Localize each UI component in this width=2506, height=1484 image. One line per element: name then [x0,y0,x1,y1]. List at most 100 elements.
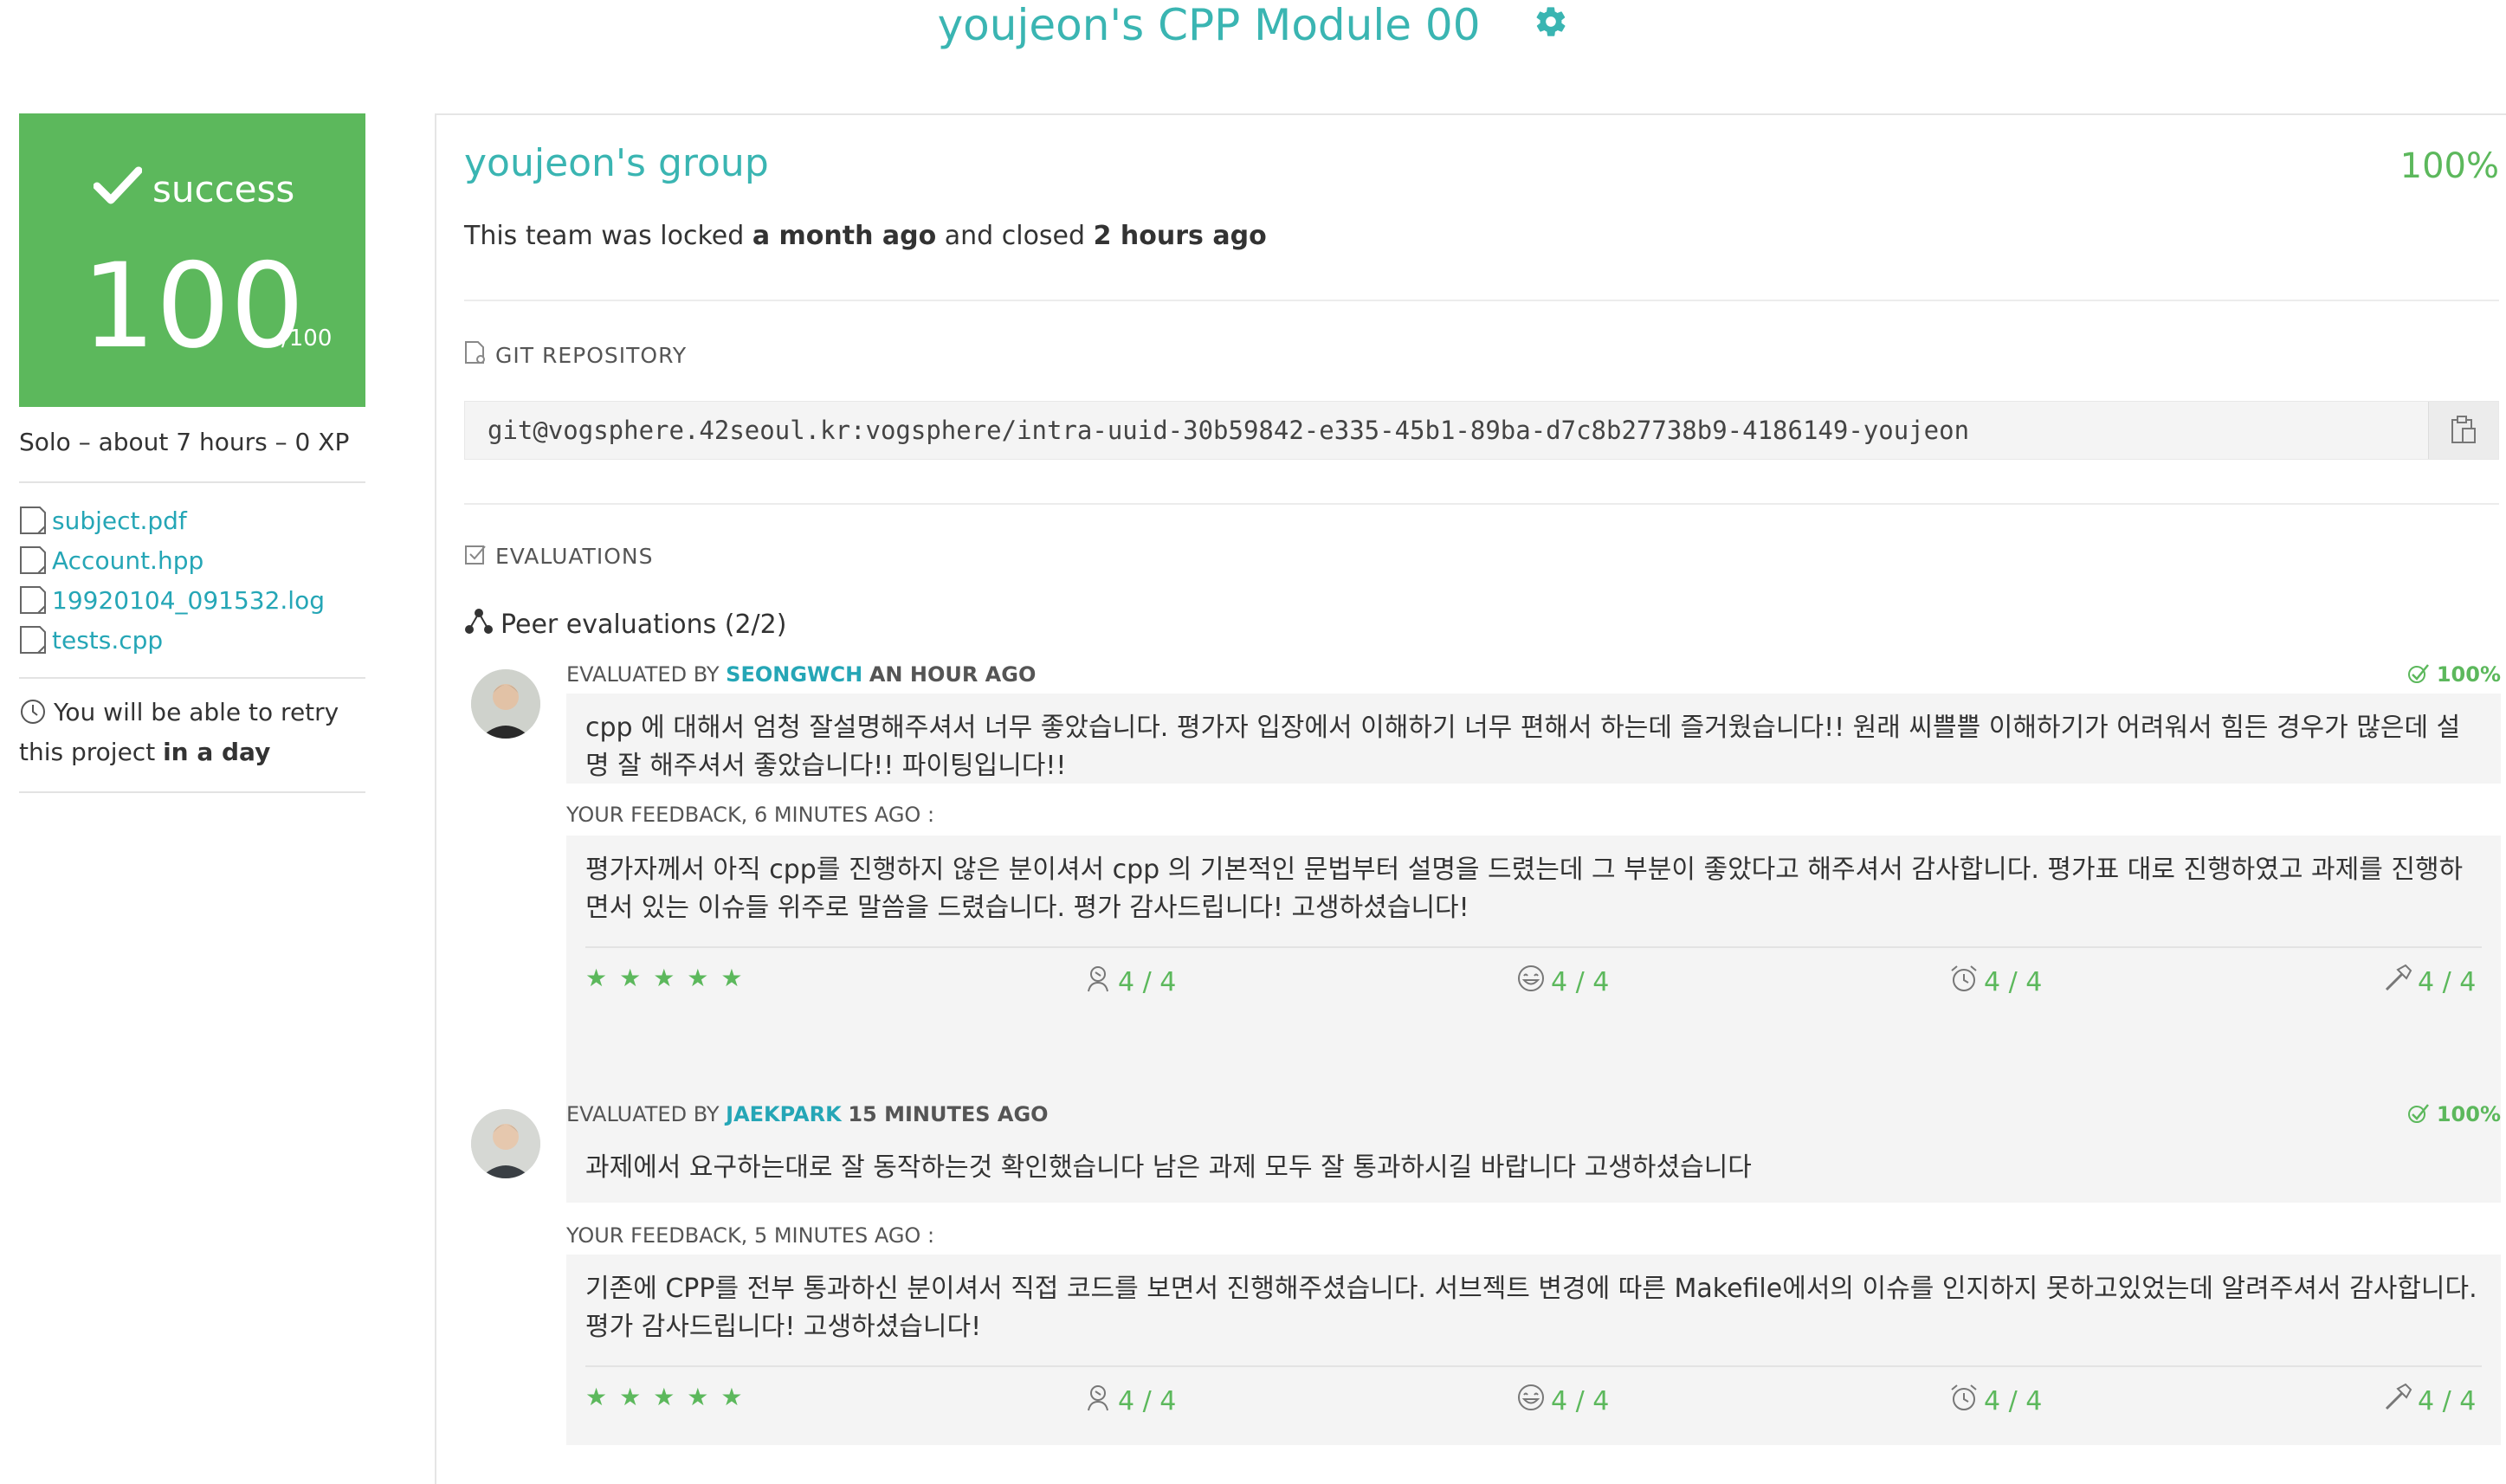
divider [464,503,2499,505]
clock-icon [21,700,45,724]
file-icon [20,546,46,574]
retry-notice: You will be able to retry this project i… [19,693,365,772]
git-repository-label: GIT REPOSITORY [464,340,687,368]
peer-title-text: Peer evaluations (2/2) [501,610,787,640]
evaluation-percent: 100% [2407,1102,2501,1126]
evaluated-by-label: EVALUATED BY [566,662,720,687]
peers-icon [465,609,493,634]
file-link[interactable]: Account.hpp [52,546,203,575]
avatar[interactable] [471,1109,540,1178]
avatar[interactable] [471,669,540,739]
score-status: success [93,165,295,210]
evaluation-time: AN HOUR AGO [869,662,1037,687]
evaluator-line: EVALUATED BY SEONGWCH AN HOUR AGO [566,662,1036,687]
attachments-list: subject.pdf Account.hpp 19920104_091532.… [19,500,325,660]
file-link[interactable]: subject.pdf [52,506,187,535]
rating-value: 4 / 4 [1984,1386,2043,1416]
file-item[interactable]: subject.pdf [19,500,325,540]
rating-value: 4 / 4 [1984,967,2043,997]
file-icon [20,626,46,654]
score-status-text: success [152,168,295,210]
feedback-text: 평가자께서 아직 cpp를 진행하지 않은 분이셔서 cpp 의 기본적인 문법… [585,855,2464,923]
score-value: 100 [81,238,305,374]
locked-label: This team was locked [464,221,745,251]
evaluator-login[interactable]: SEONGWCH [726,662,862,687]
team-percent: 100% [2399,146,2499,186]
divider [585,946,2482,948]
rating-interest: 4 / 4 [1083,964,1176,997]
evaluation-item: EVALUATED BY JAEKPARK 15 MINUTES AGO 100… [471,1102,2506,1483]
locked-when: a month ago [752,221,937,251]
divider [464,300,2499,301]
rating-value: 4 / 4 [2418,1386,2477,1416]
check-icon [2407,664,2429,683]
peer-evaluations-title: Peer evaluations (2/2) [464,607,786,640]
rating-value: 4 / 4 [1551,967,1610,997]
git-url[interactable]: git@vogsphere.42seoul.kr:vogsphere/intra… [488,416,1969,445]
checkmark-icon [93,166,143,204]
rating-punctuality: 4 / 4 [1949,964,2042,997]
rating-rigor: 4 / 4 [2383,1383,2476,1416]
star-rating: ★★★★★ [585,1383,755,1411]
checkbox-icon [465,545,486,565]
alarm-clock-icon [1951,965,1977,991]
smile-icon [1518,965,1544,991]
team-name: youjeon's group [464,141,769,185]
feedback-box: 기존에 CPP를 전부 통과하신 분이셔서 직접 코드를 보면서 진행해주셨습니… [566,1255,2501,1445]
file-item[interactable]: tests.cpp [19,620,325,660]
check-icon [2407,1104,2429,1123]
evaluated-by-label: EVALUATED BY [566,1102,720,1126]
file-icon [20,506,46,534]
rating-value: 4 / 4 [1118,967,1177,997]
retry-when: in a day [163,738,271,766]
file-icon [20,586,46,614]
feedback-label: YOUR FEEDBACK, 5 MINUTES AGO : [566,1223,935,1248]
rating-value: 4 / 4 [2418,967,2477,997]
score-box: success 100 /100 [19,113,365,407]
evaluation-time: 15 MINUTES AGO [848,1102,1049,1126]
git-url-field[interactable]: git@vogsphere.42seoul.kr:vogsphere/intra… [464,401,2499,460]
gear-icon[interactable] [1534,0,1568,49]
evaluation-percent-value: 100% [2436,1102,2501,1126]
evaluator-comment: 과제에서 요구하는대로 잘 동작하는것 확인했습니다 남은 과제 모두 잘 통과… [566,1133,2501,1203]
alarm-clock-icon [1951,1384,1977,1410]
divider [19,677,365,679]
rating-row: ★★★★★ 4 / 4 4 / 4 4 / 4 4 / 4 [585,964,2482,998]
rating-friendliness: 4 / 4 [1516,1383,1609,1416]
feedback-text: 기존에 CPP를 전부 통과하신 분이셔서 직접 코드를 보면서 진행해주셨습니… [585,1274,2477,1342]
star-rating: ★★★★★ [585,964,755,992]
evaluations-label-text: EVALUATIONS [495,544,654,569]
evaluator-login[interactable]: JAEKPARK [726,1102,842,1126]
evaluator-line: EVALUATED BY JAEKPARK 15 MINUTES AGO [566,1102,1049,1126]
file-link[interactable]: 19920104_091532.log [52,586,325,615]
thinking-icon [1088,1385,1108,1411]
git-label-text: GIT REPOSITORY [495,343,688,368]
closed-when: 2 hours ago [1093,221,1267,251]
team-status: This team was locked a month ago and clo… [464,221,1267,251]
clipboard-icon [2451,416,2476,443]
hammer-icon [2385,964,2412,991]
divider [19,481,365,483]
project-info: Solo – about 7 hours – 0 XP [19,428,350,456]
thinking-icon [1088,966,1108,992]
file-item[interactable]: 19920104_091532.log [19,580,325,620]
rating-friendliness: 4 / 4 [1516,964,1609,997]
rating-interest: 4 / 4 [1083,1383,1176,1416]
divider [585,1365,2482,1367]
closed-label: and closed [944,221,1086,251]
evaluations-label: EVALUATIONS [464,543,653,569]
feedback-label: YOUR FEEDBACK, 6 MINUTES AGO : [566,803,935,827]
page-title-text: youjeon's CPP Module 00 [937,0,1481,50]
score-max: /100 [281,326,333,352]
copy-button[interactable] [2428,402,2498,459]
hammer-icon [2385,1383,2412,1410]
file-link[interactable]: tests.cpp [52,626,163,655]
file-item[interactable]: Account.hpp [19,540,325,580]
rating-rigor: 4 / 4 [2383,964,2476,997]
repository-icon [465,341,485,364]
rating-row: ★★★★★ 4 / 4 4 / 4 4 / 4 4 / 4 [585,1383,2482,1417]
evaluation-item: EVALUATED BY SEONGWCH AN HOUR AGO 100% c… [471,662,2506,1173]
rating-value: 4 / 4 [1551,1386,1610,1416]
evaluation-percent: 100% [2407,662,2501,687]
team-panel: youjeon's group 100% This team was locke… [435,113,2506,1484]
